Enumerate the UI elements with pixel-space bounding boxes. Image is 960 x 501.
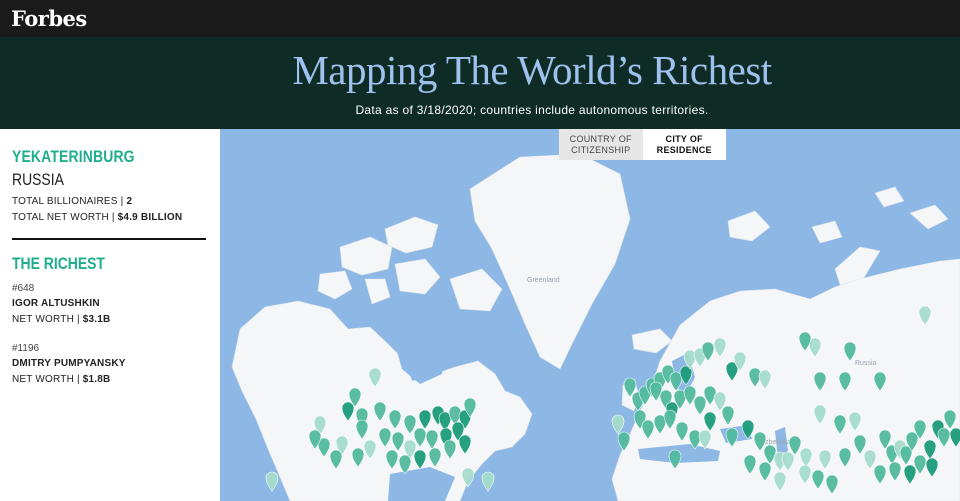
city-of-residence-button[interactable]: CITY OF RESIDENCE: [642, 129, 726, 160]
arctic-island: [909, 204, 949, 230]
page-banner: Mapping The World’s Richest Data as of 3…: [0, 37, 960, 129]
country-of-citizenship-button[interactable]: COUNTRY OF CITIZENSHIP: [559, 129, 643, 160]
person-rank: #1196: [12, 343, 40, 354]
person-net-worth: NET WORTH | $3.1B: [12, 314, 110, 325]
page-subtitle: Data as of 3/18/2020; countries include …: [355, 103, 709, 117]
top-navigation-bar: Forbes: [0, 0, 960, 37]
total-net-worth-value: $4.9 BILLION: [117, 212, 183, 223]
location-pin-icon[interactable]: [265, 471, 279, 492]
arctic-island: [394, 258, 441, 295]
total-billionaires-value: 2: [126, 196, 133, 207]
arctic-island: [811, 220, 843, 244]
arctic-island: [449, 268, 503, 312]
greenland-landmass: [469, 153, 631, 370]
arctic-island: [727, 210, 771, 242]
map-canvas: Greenland Russia Uzbekistan: [231, 153, 960, 501]
person-name[interactable]: IGOR ALTUSHKIN: [12, 298, 100, 309]
net-worth-value: $3.1B: [82, 314, 111, 325]
arctic-island: [874, 186, 905, 208]
net-worth-label: NET WORTH |: [12, 314, 80, 325]
arctic-island: [364, 278, 391, 305]
person-net-worth: NET WORTH | $1.8B: [12, 374, 110, 385]
country-name: RUSSIA: [12, 170, 64, 189]
location-pin-icon[interactable]: [611, 414, 625, 435]
arctic-island: [339, 236, 393, 276]
richest-heading: THE RICHEST: [12, 254, 105, 273]
net-worth-value: $1.8B: [82, 374, 111, 385]
arctic-island: [384, 216, 439, 254]
total-net-worth-label: TOTAL NET WORTH |: [12, 212, 115, 223]
forbes-logo[interactable]: Forbes: [11, 6, 87, 31]
map-label-greenland: Greenland: [527, 277, 560, 284]
location-pin-icon[interactable]: [481, 471, 495, 492]
arctic-island: [317, 270, 353, 300]
total-net-worth-stat: TOTAL NET WORTH | $4.9 BILLION: [12, 212, 182, 223]
iceland-landmass: [631, 328, 673, 354]
person-rank: #648: [12, 283, 35, 294]
world-map[interactable]: Greenland Russia Uzbekistan: [220, 129, 960, 501]
north-america-landmass: [231, 300, 533, 501]
section-divider: [12, 238, 206, 240]
city-info-panel: YEKATERINBURG RUSSIA TOTAL BILLIONAIRES …: [0, 129, 220, 501]
person-name[interactable]: DMITRY PUMPYANSKY: [12, 358, 126, 369]
page-title: Mapping The World’s Richest: [292, 47, 772, 93]
map-label-russia: Russia: [855, 360, 877, 367]
city-name: YEKATERINBURG: [12, 147, 135, 166]
map-mode-toggle: COUNTRY OF CITIZENSHIP CITY OF RESIDENCE: [559, 129, 726, 160]
total-billionaires-stat: TOTAL BILLIONAIRES | 2: [12, 196, 132, 207]
total-billionaires-label: TOTAL BILLIONAIRES |: [12, 196, 124, 207]
net-worth-label: NET WORTH |: [12, 374, 80, 385]
